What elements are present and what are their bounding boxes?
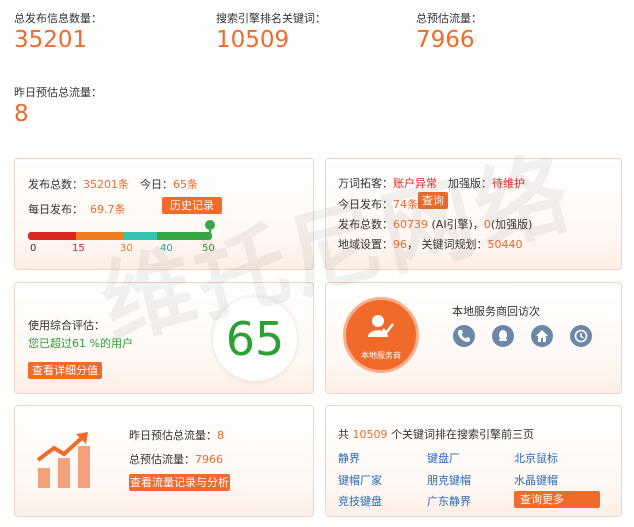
account-total-sep: ， <box>472 218 484 231</box>
keyword-summary-prefix: 共 <box>338 428 353 441</box>
keyword-link[interactable]: 键帽厂家 <box>338 472 382 488</box>
published-count-label: 总发布信息数量： <box>14 12 102 25</box>
progress-tick-40: 40 <box>160 243 173 254</box>
service-logo: 本地服务商 <box>343 297 419 373</box>
query-button[interactable]: 查询 <box>418 192 448 209</box>
region-label: 地域设置： <box>338 238 393 251</box>
progress-tick-15: 15 <box>72 243 85 254</box>
service-logo-text: 本地服务商 <box>361 351 401 360</box>
score-beyond-text: 您已超过61 %的用户 <box>28 337 133 350</box>
published-count-value: 35201 <box>14 27 88 53</box>
region-row: 地域设置：96， 关键词规划：50440 <box>338 236 523 252</box>
traffic-yesterday-row: 昨日预估总流量：8 <box>129 427 224 443</box>
keyword-link[interactable]: 竞技键盘 <box>338 493 382 509</box>
enhanced-label: 加强版： <box>448 177 492 190</box>
expand-label: 万词拓客： <box>338 177 393 190</box>
score-detail-button[interactable]: 查看详细分值 <box>28 362 102 379</box>
score-value: 65 <box>213 297 297 381</box>
account-enhanced-label: (加强版) <box>490 218 533 231</box>
keyword-link[interactable]: 朋克键帽 <box>427 472 471 488</box>
progress-tick-50: 50 <box>202 243 215 254</box>
progress-tick-0: 0 <box>30 243 37 254</box>
yesterday-traffic-value: 8 <box>14 101 29 127</box>
traffic-yesterday-label: 昨日预估总流量： <box>129 429 217 442</box>
traffic-yesterday-value: 8 <box>217 429 224 442</box>
expand-row: 万词拓客：账户异常 <box>338 175 437 191</box>
service-visit-title: 本地服务商回访次 <box>452 305 540 318</box>
progress-marker-stem <box>209 228 211 234</box>
region-value: 96 <box>393 238 407 251</box>
expand-status[interactable]: 账户异常 <box>393 177 437 190</box>
account-total-row: 发布总数：60739 (AI引擎)，0(加强版) <box>338 216 532 232</box>
account-total-value: 60739 <box>393 218 428 231</box>
publish-progress-bar <box>28 232 212 240</box>
traffic-total-label: 总预估流量： <box>129 453 195 466</box>
account-total-engine: (AI引擎) <box>431 218 473 231</box>
publish-today-label: 今日： <box>140 178 173 191</box>
keyword-link[interactable]: 静界 <box>338 450 360 466</box>
progress-segment-teal <box>123 232 157 240</box>
daily-publish-row: 每日发布： 69.7条 <box>28 201 126 217</box>
service-user-icon <box>368 315 394 337</box>
account-total-label: 发布总数： <box>338 218 393 231</box>
publish-today-value: 65条 <box>173 178 198 191</box>
today-publish-value: 74条 <box>393 198 418 211</box>
keyword-link[interactable]: 键盘厂 <box>427 450 460 466</box>
publish-total-row: 发布总数：35201条 <box>28 176 129 192</box>
keyword-plan-label: ， 关键词规划： <box>407 238 488 251</box>
keyword-link[interactable]: 水晶键帽 <box>514 472 558 488</box>
progress-segment-orange <box>75 232 124 240</box>
traffic-analysis-button[interactable]: 查看流量记录与分析 <box>129 474 230 491</box>
publish-total-label: 发布总数： <box>28 178 83 191</box>
keyword-plan-value: 50440 <box>487 238 523 251</box>
traffic-total-row: 总预估流量：7966 <box>129 451 223 467</box>
qq-icon[interactable] <box>492 325 514 347</box>
home-icon[interactable] <box>531 325 553 347</box>
total-traffic-value: 7966 <box>416 27 475 53</box>
keyword-link[interactable]: 广东静界 <box>427 493 471 509</box>
keyword-more-button[interactable]: 查询更多 <box>514 491 600 508</box>
history-button[interactable]: 历史记录 <box>162 197 222 214</box>
publish-today-row: 今日：65条 <box>140 176 198 192</box>
enhanced-row: 加强版：待维护 <box>448 175 525 191</box>
progress-segment-red <box>28 232 76 240</box>
history-icon[interactable] <box>570 325 592 347</box>
phone-icon[interactable] <box>453 325 475 347</box>
keyword-summary: 共 10509 个关键词排在搜索引擎前三页 <box>338 426 534 442</box>
keyword-summary-count: 10509 <box>352 428 388 441</box>
traffic-chart-icon <box>36 432 90 488</box>
today-publish-label: 今日发布： <box>338 198 393 211</box>
daily-publish-label: 每日发布： <box>28 203 83 216</box>
traffic-total-value: 7966 <box>195 453 223 466</box>
keyword-count-label: 搜索引擎排名关键词： <box>216 12 326 25</box>
today-publish-row: 今日发布：74条 <box>338 196 418 212</box>
keyword-link[interactable]: 北京鼠标 <box>514 450 558 466</box>
keyword-count-value: 10509 <box>216 27 290 53</box>
progress-segment-green <box>156 232 212 240</box>
account-enhanced-value: 0 <box>483 218 491 231</box>
enhanced-status[interactable]: 待维护 <box>492 177 525 190</box>
dashboard: 总发布信息数量： 35201 搜索引擎排名关键词： 10509 总预估流量： 7… <box>0 0 634 527</box>
score-label: 使用综合评估： <box>28 319 105 332</box>
publish-total-value: 35201条 <box>83 178 129 191</box>
total-traffic-label: 总预估流量： <box>416 12 482 25</box>
progress-tick-30: 30 <box>120 243 133 254</box>
yesterday-traffic-label: 昨日预估总流量： <box>14 86 102 99</box>
daily-publish-value: 69.7条 <box>90 203 126 216</box>
keyword-summary-suffix: 个关键词排在搜索引擎前三页 <box>387 428 534 441</box>
